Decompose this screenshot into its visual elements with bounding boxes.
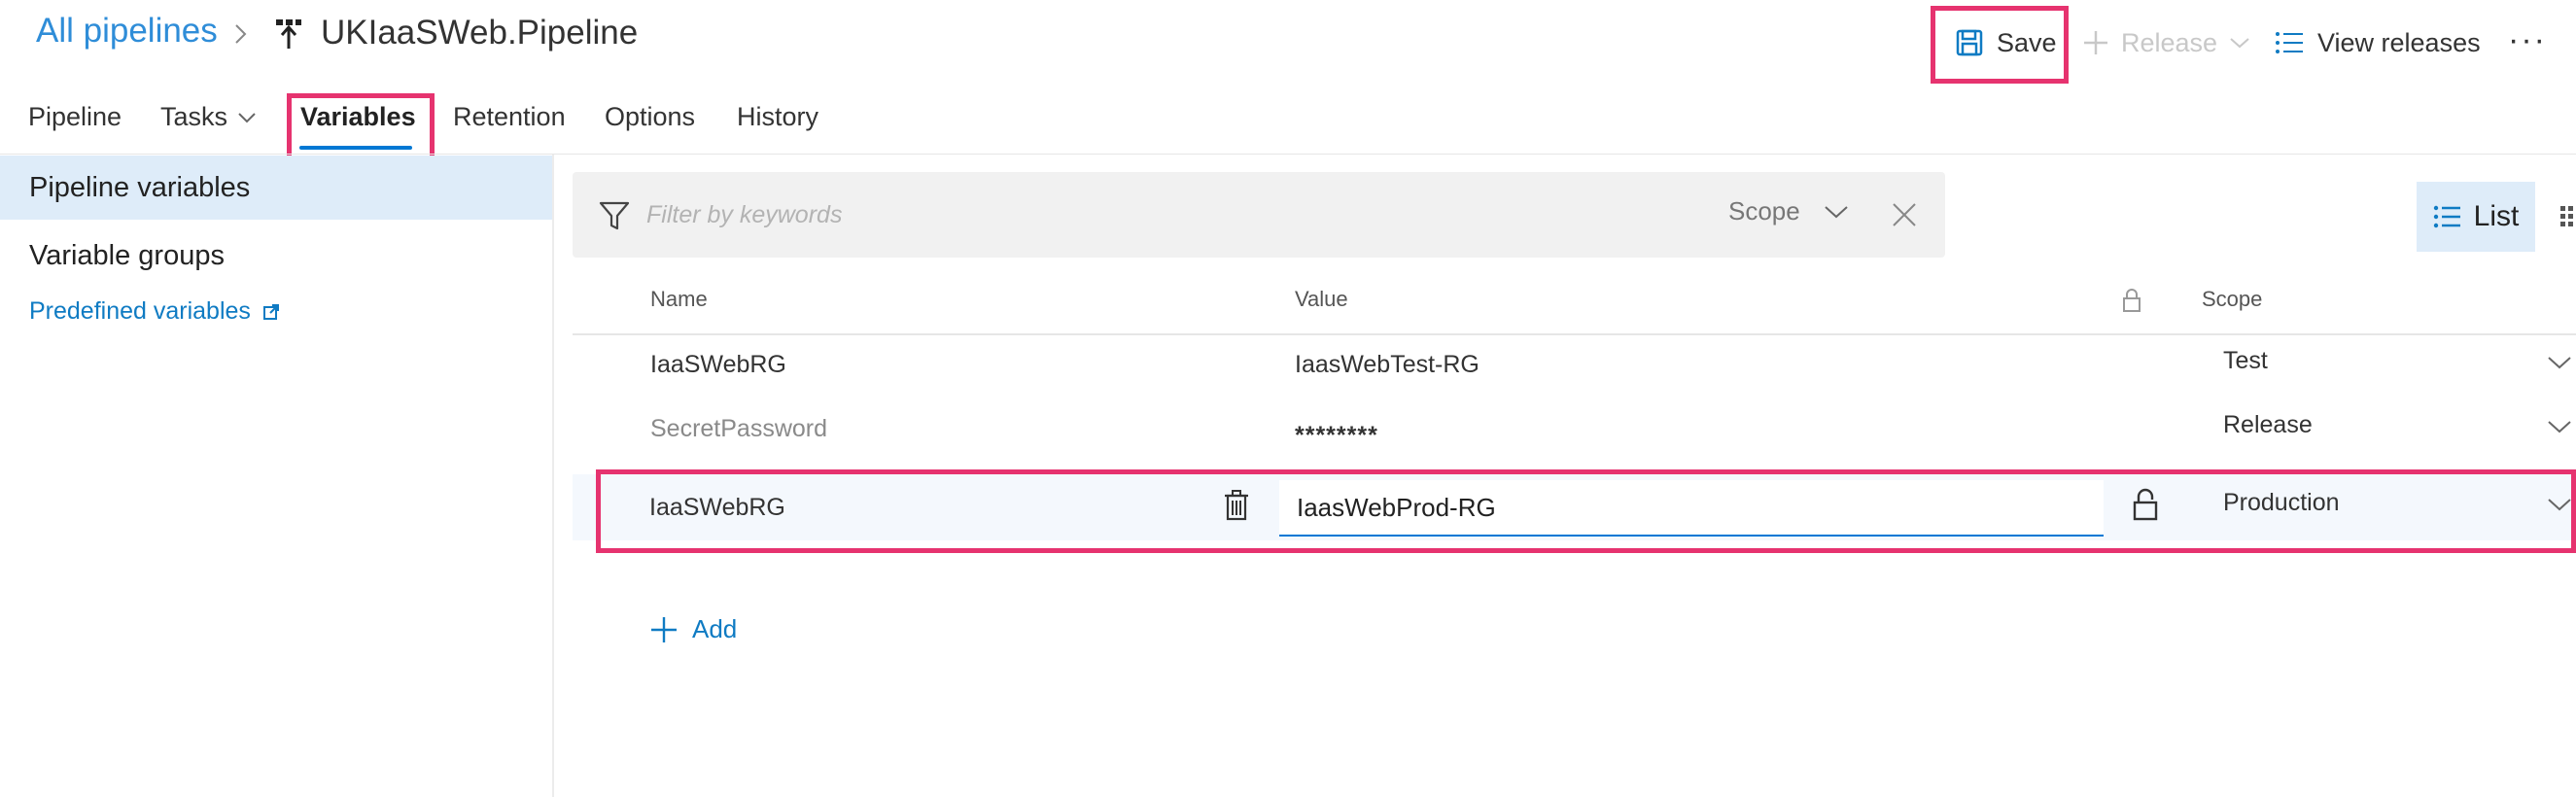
tab-history[interactable]: History [737, 102, 818, 132]
delete-icon[interactable] [1223, 490, 1250, 521]
lock-icon[interactable] [2132, 488, 2159, 521]
chevron-down-icon [238, 112, 256, 122]
save-label: Save [1997, 27, 2057, 57]
clear-filter-icon[interactable] [1890, 200, 1919, 229]
chevron-down-icon[interactable] [2545, 354, 2574, 373]
sidebar-item-label: Pipeline variables [29, 171, 251, 203]
add-label: Add [692, 614, 738, 643]
list-view-button[interactable]: List [2417, 182, 2535, 252]
filter-icon [599, 201, 630, 230]
more-options-icon[interactable]: ··· [2508, 21, 2547, 59]
sidebar-item-pipeline-variables[interactable]: Pipeline variables [0, 156, 552, 220]
release-label: Release [2121, 27, 2218, 57]
external-link-icon [262, 303, 279, 320]
tab-tasks-label: Tasks [160, 102, 228, 131]
save-button[interactable]: Save [1936, 8, 2069, 78]
save-icon [1956, 29, 1983, 56]
variable-scope[interactable]: Test [2223, 347, 2268, 375]
chevron-down-icon [2230, 38, 2249, 49]
scope-filter-dropdown[interactable]: Scope [1728, 196, 1849, 226]
grid-view-icon[interactable] [2559, 204, 2576, 227]
predefined-variables-link[interactable]: Predefined variables [29, 297, 280, 326]
variable-name[interactable]: IaaSWebRG [650, 351, 786, 379]
column-header-name: Name [650, 287, 708, 311]
plus-icon [651, 616, 677, 642]
view-releases-label: View releases [2317, 27, 2481, 57]
tab-variables[interactable]: Variables [300, 102, 416, 132]
variable-value[interactable]: ******** [1295, 422, 1378, 450]
scope-dropdown[interactable]: Production [2189, 476, 2576, 538]
active-tab-indicator [299, 146, 412, 150]
sidebar-divider [552, 155, 554, 797]
column-header-value: Value [1295, 287, 1348, 311]
variable-name[interactable]: SecretPassword [650, 415, 827, 443]
chevron-down-icon[interactable] [2545, 418, 2574, 437]
variable-value-input[interactable] [1279, 480, 2104, 537]
filter-input[interactable] [646, 194, 1619, 235]
sidebar-item-variable-groups[interactable]: Variable groups [0, 224, 552, 288]
list-view-label: List [2473, 200, 2520, 232]
variable-scope[interactable]: Release [2223, 411, 2313, 439]
release-button[interactable]: Release [2082, 19, 2250, 66]
chevron-down-icon [1825, 205, 1848, 218]
list-icon [2276, 32, 2303, 53]
pipeline-icon [276, 19, 301, 49]
tab-options[interactable]: Options [605, 102, 695, 132]
variable-value[interactable]: IaasWebTest-RG [1295, 351, 1479, 379]
chevron-right-icon [235, 24, 247, 44]
page-title: UKIaaSWeb.Pipeline [321, 14, 639, 52]
variable-scope: Production [2223, 489, 2340, 516]
scope-filter-label: Scope [1728, 196, 1800, 225]
view-releases-button[interactable]: View releases [2275, 19, 2481, 66]
add-variable-button[interactable]: Add [649, 614, 737, 644]
lock-icon [2123, 289, 2141, 312]
plus-icon [2084, 31, 2107, 54]
list-icon [2433, 205, 2460, 228]
sidebar-item-label: Variable groups [29, 239, 225, 271]
tab-retention[interactable]: Retention [453, 102, 566, 132]
column-header-scope: Scope [2202, 287, 2263, 311]
predefined-variables-label: Predefined variables [29, 297, 251, 325]
tab-tasks[interactable]: Tasks [160, 102, 257, 132]
tab-pipeline[interactable]: Pipeline [28, 102, 122, 132]
header-divider [0, 154, 2576, 155]
table-header-divider [573, 333, 2576, 335]
breadcrumb-all-pipelines[interactable]: All pipelines [36, 12, 218, 51]
variable-name-input[interactable] [630, 480, 1256, 535]
chevron-down-icon [2548, 499, 2571, 511]
